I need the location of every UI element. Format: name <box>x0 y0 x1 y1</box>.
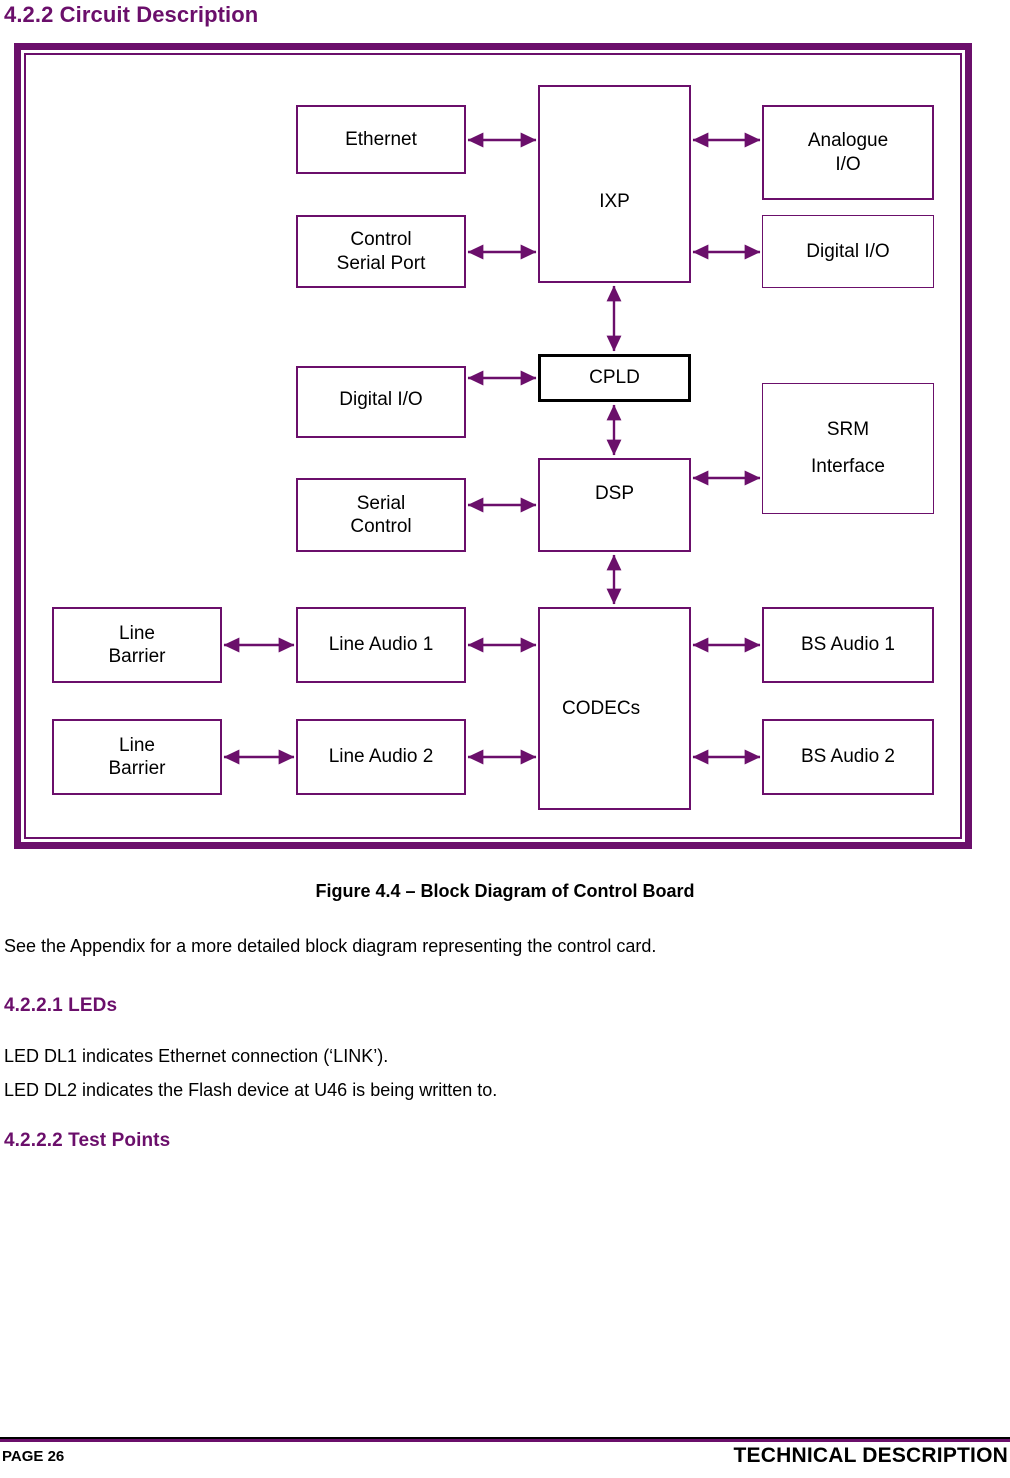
block-serial-control-label: Serial Control <box>350 492 412 537</box>
block-srm-interface-label: SRM Interface <box>811 419 885 477</box>
footer-divider <box>0 1437 1010 1442</box>
block-cpld[interactable]: CPLD <box>538 354 691 402</box>
block-line-barrier-1-label: Line Barrier <box>108 622 166 667</box>
block-line-audio-1-label: Line Audio 1 <box>328 634 434 656</box>
block-digital-io-right-label: Digital I/O <box>806 240 890 262</box>
block-line-barrier-2[interactable]: Line Barrier <box>52 719 222 795</box>
block-line-audio-2[interactable]: Line Audio 2 <box>296 719 466 795</box>
block-bs-audio-2-label: BS Audio 2 <box>800 746 896 768</box>
block-control-serial-port-label: Control Serial Port <box>336 229 426 274</box>
block-bs-audio-1-label: BS Audio 1 <box>800 634 896 656</box>
block-ethernet[interactable]: Ethernet <box>296 105 466 174</box>
block-srm-interface[interactable]: SRM Interface <box>762 383 934 514</box>
block-cpld-label: CPLD <box>589 367 640 389</box>
led-dl2-paragraph: LED DL2 indicates the Flash device at U4… <box>4 1080 498 1100</box>
block-line-audio-1[interactable]: Line Audio 1 <box>296 607 466 683</box>
block-line-audio-2-label: Line Audio 2 <box>328 746 434 768</box>
block-analogue-io[interactable]: Analogue I/O <box>762 105 934 200</box>
led-dl1-paragraph: LED DL1 indicates Ethernet connection (‘… <box>4 1046 389 1066</box>
appendix-note-paragraph: See the Appendix for a more detailed blo… <box>4 936 657 956</box>
block-ixp[interactable]: IXP <box>538 85 691 283</box>
block-codecs[interactable]: CODECs <box>538 607 691 810</box>
block-bs-audio-1[interactable]: BS Audio 1 <box>762 607 934 683</box>
heading-test-points: 4.2.2.2 Test Points <box>4 1130 171 1151</box>
block-serial-control[interactable]: Serial Control <box>296 478 466 552</box>
block-digital-io-left[interactable]: Digital I/O <box>296 366 466 438</box>
footer-page-number: PAGE 26 <box>2 1448 65 1465</box>
page-title-section-4-2-2: 4.2.2 Circuit Description <box>4 2 259 27</box>
figure-caption: Figure 4.4 – Block Diagram of Control Bo… <box>315 881 695 901</box>
block-dsp-label: DSP <box>594 483 635 504</box>
block-ixp-label: IXP <box>599 191 630 212</box>
block-digital-io-right[interactable]: Digital I/O <box>762 215 934 288</box>
block-digital-io-left-label: Digital I/O <box>339 389 423 410</box>
block-bs-audio-2[interactable]: BS Audio 2 <box>762 719 934 795</box>
heading-leds: 4.2.2.1 LEDs <box>4 995 118 1016</box>
block-dsp[interactable]: DSP <box>538 458 691 552</box>
block-codecs-label: CODECs <box>562 697 641 719</box>
block-line-barrier-2-label: Line Barrier <box>108 734 166 779</box>
block-analogue-io-label: Analogue I/O <box>807 130 889 175</box>
footer-document-title: TECHNICAL DESCRIPTION <box>733 1444 1008 1467</box>
block-line-barrier-1[interactable]: Line Barrier <box>52 607 222 683</box>
block-control-serial-port[interactable]: Control Serial Port <box>296 215 466 288</box>
block-ethernet-label: Ethernet <box>345 128 417 150</box>
